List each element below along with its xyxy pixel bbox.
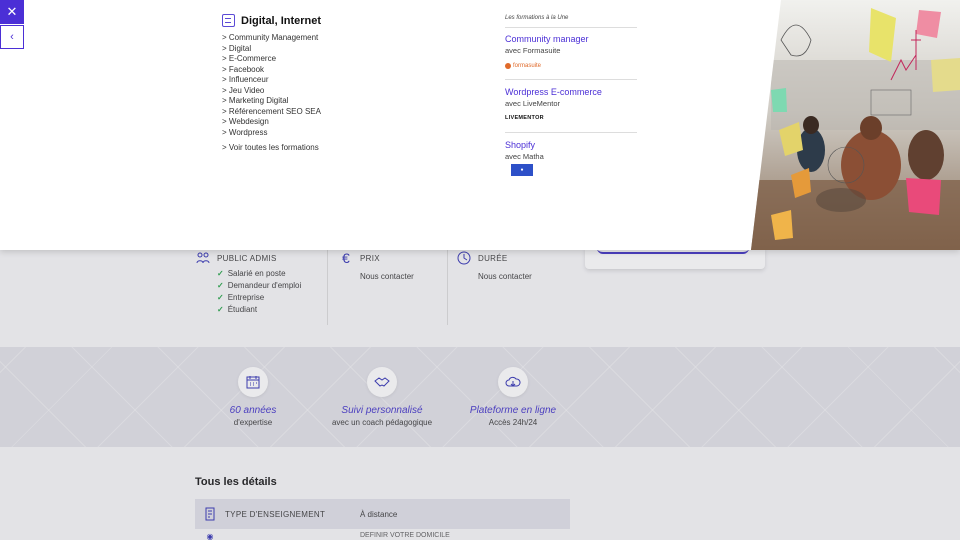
featured-courses: Les formations à la Une Community manage… <box>505 15 637 179</box>
category-title: Digital, Internet <box>241 14 322 27</box>
matha-logo: ● <box>511 164 533 176</box>
close-icon: ✕ <box>6 4 18 19</box>
featured-item[interactable]: Community manager avec Formasuite formas… <box>505 28 637 80</box>
featured-item-provider: avec Matha <box>505 152 544 161</box>
category-item[interactable]: Wordpress <box>222 128 321 139</box>
category-item[interactable]: Jeu Video <box>222 86 321 97</box>
featured-item-title[interactable]: Shopify <box>505 140 637 150</box>
featured-item-provider: avec Formasuite <box>505 46 561 55</box>
category-item[interactable]: Facebook <box>222 65 321 76</box>
category-item[interactable]: Marketing Digital <box>222 96 321 107</box>
category-item[interactable]: Digital <box>222 44 321 55</box>
office-photo <box>751 0 960 250</box>
see-all-link[interactable]: Voir toutes les formations <box>222 143 319 152</box>
category-item[interactable]: Référencement SEO SEA <box>222 107 321 118</box>
featured-item-provider: avec LiveMentor <box>505 99 561 108</box>
featured-item[interactable]: Shopify avec Matha ● <box>505 133 637 179</box>
category-item[interactable]: Community Management <box>222 33 321 44</box>
featured-heading: Les formations à la Une <box>505 15 637 28</box>
livementor-logo: LIVEMENTOR <box>505 115 544 121</box>
category-item[interactable]: E-Commerce <box>222 54 321 65</box>
category-item[interactable]: Webdesign <box>222 117 321 128</box>
category-header: Digital, Internet <box>222 14 321 27</box>
formasuite-logo: formasuite <box>505 61 637 71</box>
back-button[interactable]: ‹ <box>0 25 24 49</box>
featured-item-title[interactable]: Community manager <box>505 34 637 44</box>
mega-menu-panel: ✕ ‹ Digital, Internet Community Manageme… <box>0 0 960 250</box>
laptop-icon <box>222 14 235 27</box>
close-menu-button[interactable]: ✕ <box>0 0 24 24</box>
category-list: Community Management Digital E-Commerce … <box>222 33 321 138</box>
chevron-left-icon: ‹ <box>10 31 14 43</box>
category-item[interactable]: Influenceur <box>222 75 321 86</box>
featured-item[interactable]: Wordpress E-commerce avec LiveMentor LIV… <box>505 80 637 133</box>
featured-item-title[interactable]: Wordpress E-commerce <box>505 87 637 97</box>
